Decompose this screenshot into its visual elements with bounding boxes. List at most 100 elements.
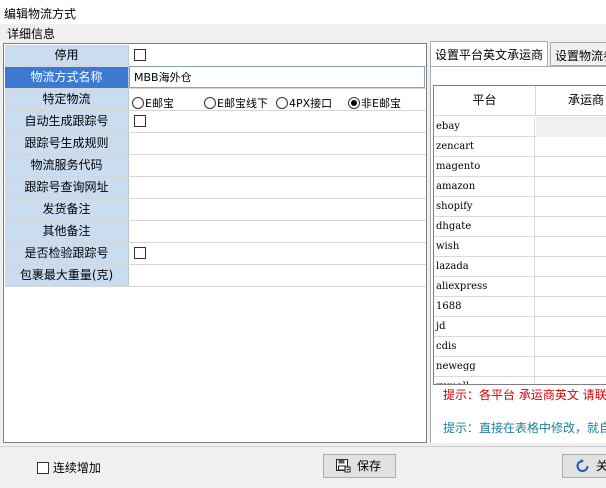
table-row[interactable]: 1688 xyxy=(434,297,606,317)
carrier-cell[interactable] xyxy=(536,297,606,317)
platform-cell: dhgate xyxy=(434,217,535,237)
platform-cell: magento xyxy=(434,157,535,177)
table-row[interactable]: shopify xyxy=(434,197,606,217)
carrier-cell[interactable] xyxy=(536,377,606,384)
label-tracking-url: 跟踪号查询网址 xyxy=(5,177,129,198)
header-platform[interactable]: 平台 xyxy=(434,86,536,116)
table-row[interactable]: jd xyxy=(434,317,606,337)
save-button[interactable]: 保存 xyxy=(323,454,396,478)
footer-bar: 连续增加 保存 关闭 xyxy=(0,446,606,488)
carrier-cell[interactable] xyxy=(536,237,606,257)
tab-details[interactable]: 详细信息 xyxy=(4,24,58,42)
header-carrier[interactable]: 承运商 xyxy=(536,86,606,116)
row-service-code: 物流服务代码 xyxy=(5,155,426,177)
table-row[interactable]: ebay xyxy=(434,117,606,137)
platform-cell: shopify xyxy=(434,197,535,217)
radio-indicator xyxy=(276,97,288,109)
table-row[interactable]: cdis xyxy=(434,337,606,357)
row-disabled: 停用 xyxy=(5,45,426,67)
tracking-url-input[interactable] xyxy=(130,177,426,198)
platform-cell: 1688 xyxy=(434,297,535,317)
save-button-label: 保存 xyxy=(357,459,382,473)
table-row[interactable]: aliexpress xyxy=(434,277,606,297)
carrier-cell[interactable] xyxy=(536,317,606,337)
label-service-code: 物流服务代码 xyxy=(5,155,129,176)
continuous-add-label: 连续增加 xyxy=(52,461,101,475)
table-row[interactable]: rumall xyxy=(434,377,606,384)
platform-cell: jd xyxy=(434,317,535,337)
window-title: 编辑物流方式 xyxy=(0,0,606,24)
carrier-cell[interactable] xyxy=(536,277,606,297)
label-tracking-rule: 跟踪号生成规则 xyxy=(5,133,129,154)
carrier-cell[interactable] xyxy=(536,337,606,357)
label-verify-tracking: 是否检验跟踪号 xyxy=(5,243,129,264)
label-special-logistics: 特定物流 xyxy=(5,89,129,110)
carrier-cell[interactable] xyxy=(536,257,606,277)
platform-cell: cdis xyxy=(434,337,535,357)
tracking-rule-input[interactable] xyxy=(130,133,426,154)
carrier-grid[interactable]: 平台 承运商 ebay zencart magento amazon shopify dh… xyxy=(433,85,606,385)
platform-cell: lazada xyxy=(434,257,535,277)
shipping-name-input[interactable]: MBB海外仓 xyxy=(129,66,425,88)
disabled-checkbox[interactable] xyxy=(134,49,146,61)
tab-logistics-params[interactable]: 设置物流参 xyxy=(550,42,606,66)
radio-indicator xyxy=(348,97,360,109)
verify-tracking-checkbox[interactable] xyxy=(134,247,146,259)
detail-form: 停用 物流方式名称 MBB海外仓 特定物流 E邮宝 E邮宝线下 4PX接口 非E… xyxy=(3,43,427,443)
platform-cell: newegg xyxy=(434,357,535,377)
value-auto-tracking xyxy=(130,111,426,132)
carrier-cell[interactable] xyxy=(536,157,606,177)
refresh-icon xyxy=(576,459,589,472)
carrier-cell[interactable] xyxy=(536,117,606,137)
carrier-cell[interactable] xyxy=(536,217,606,237)
save-icon xyxy=(336,459,351,473)
tip-edit-in-grid: 提示：直接在表格中修改，就自 xyxy=(443,421,606,435)
radio-label: E邮宝线下 xyxy=(217,97,268,110)
shipping-note-input[interactable] xyxy=(130,199,426,220)
special-logistics-radios: E邮宝 E邮宝线下 4PX接口 非E邮宝 xyxy=(130,89,426,110)
row-auto-tracking: 自动生成跟踪号 xyxy=(5,111,426,133)
table-row[interactable]: zencart xyxy=(434,137,606,157)
value-disabled xyxy=(130,45,426,66)
row-tracking-rule: 跟踪号生成规则 xyxy=(5,133,426,155)
grid-header: 平台 承运商 xyxy=(434,86,606,116)
label-shipping-name: 物流方式名称 xyxy=(5,67,129,88)
table-row[interactable]: newegg xyxy=(434,357,606,377)
platform-cell: aliexpress xyxy=(434,277,535,297)
carrier-cell[interactable] xyxy=(536,177,606,197)
radio-label: 4PX接口 xyxy=(289,97,333,110)
radio-label: E邮宝 xyxy=(145,97,174,110)
row-special-logistics: 特定物流 E邮宝 E邮宝线下 4PX接口 非E邮宝 xyxy=(5,89,426,111)
row-other-note: 其他备注 xyxy=(5,221,426,243)
continuous-add-checkbox[interactable]: 连续增加 xyxy=(37,459,101,476)
table-row[interactable]: magento xyxy=(434,157,606,177)
carrier-cell[interactable] xyxy=(536,357,606,377)
table-row[interactable]: lazada xyxy=(434,257,606,277)
label-max-weight: 包裹最大重量(克) xyxy=(5,265,129,286)
carrier-cell[interactable] xyxy=(536,197,606,217)
label-disabled: 停用 xyxy=(5,45,129,66)
row-shipping-name: 物流方式名称 MBB海外仓 xyxy=(5,66,426,89)
value-verify-tracking xyxy=(130,243,426,264)
table-row[interactable]: dhgate xyxy=(434,217,606,237)
table-row[interactable]: wish xyxy=(434,237,606,257)
radio-indicator xyxy=(204,97,216,109)
radio-label: 非E邮宝 xyxy=(361,97,401,110)
other-note-input[interactable] xyxy=(130,221,426,242)
label-shipping-note: 发货备注 xyxy=(5,199,129,220)
platform-cell: wish xyxy=(434,237,535,257)
platform-cell: zencart xyxy=(434,137,535,157)
auto-tracking-checkbox[interactable] xyxy=(134,115,146,127)
table-row[interactable]: amazon xyxy=(434,177,606,197)
continuous-add-box xyxy=(37,461,49,474)
row-verify-tracking: 是否检验跟踪号 xyxy=(5,243,426,265)
tip-carrier-english: 提示：各平台 承运商英文 请联 xyxy=(443,389,606,402)
carrier-cell[interactable] xyxy=(536,137,606,157)
max-weight-input[interactable] xyxy=(130,265,426,286)
close-button[interactable]: 关闭 xyxy=(562,454,606,478)
label-auto-tracking: 自动生成跟踪号 xyxy=(5,111,129,132)
tab-platform-carrier[interactable]: 设置平台英文承运商 xyxy=(430,41,548,67)
row-max-weight: 包裹最大重量(克) xyxy=(5,265,426,287)
platform-cell: ebay xyxy=(434,117,535,137)
service-code-input[interactable] xyxy=(130,155,426,176)
